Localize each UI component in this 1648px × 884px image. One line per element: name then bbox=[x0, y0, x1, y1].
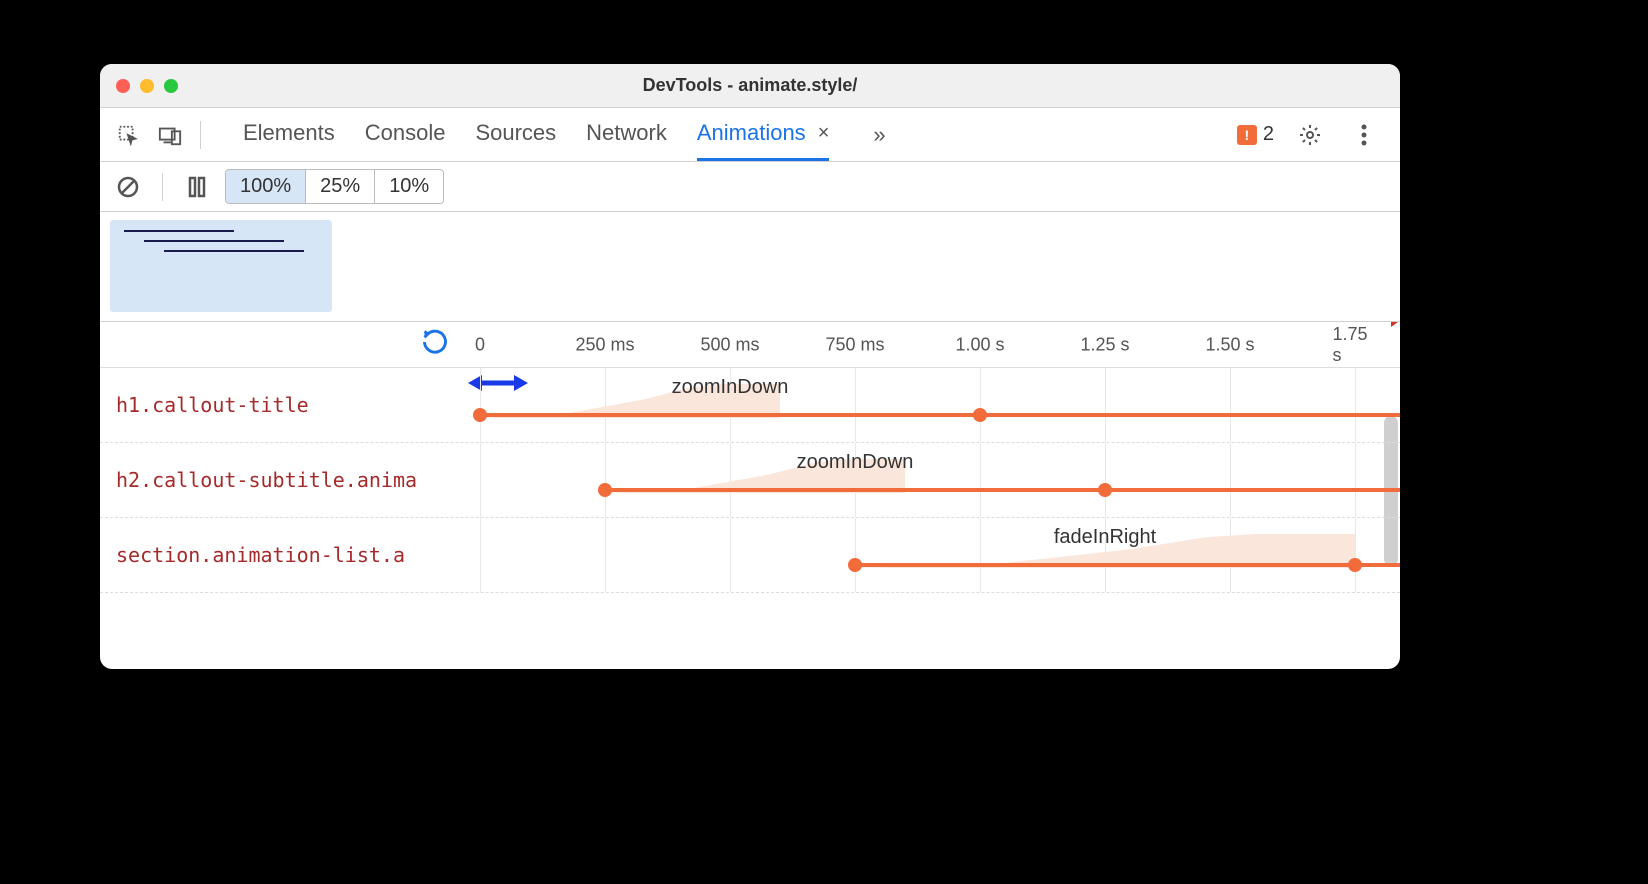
timeline-ruler[interactable]: 0 250 ms 500 ms 750 ms 1.00 s 1.25 s 1.50 s 1.7… bbox=[100, 322, 1400, 368]
replay-button[interactable] bbox=[421, 328, 449, 361]
animation-track[interactable]: fadeInRight bbox=[465, 518, 1400, 592]
tab-network[interactable]: Network bbox=[586, 108, 667, 161]
console-errors-button[interactable]: ! 2 bbox=[1237, 123, 1274, 146]
thumbnail-bar bbox=[164, 250, 304, 252]
gridline bbox=[605, 518, 606, 592]
animation-row[interactable]: section.animation-list.a fadeInRight bbox=[100, 518, 1400, 593]
panel-tabs: Elements Console Sources Network Animati… bbox=[243, 108, 1211, 161]
animation-bar[interactable] bbox=[605, 488, 1400, 492]
gridline bbox=[1355, 443, 1356, 517]
element-selector[interactable]: h2.callout-subtitle.anima bbox=[100, 443, 465, 517]
speed-10-button[interactable]: 10% bbox=[375, 170, 443, 203]
tab-console[interactable]: Console bbox=[365, 108, 446, 161]
gridline bbox=[480, 518, 481, 592]
gridline bbox=[980, 443, 981, 517]
timeline: 0 250 ms 500 ms 750 ms 1.00 s 1.25 s 1.50 s 1.7… bbox=[100, 322, 1400, 669]
ruler-tick: 1.75 s bbox=[1333, 324, 1378, 366]
ruler-controls bbox=[100, 322, 465, 367]
gridline bbox=[1355, 368, 1356, 442]
device-toolbar-button[interactable] bbox=[152, 117, 188, 153]
gridline bbox=[980, 518, 981, 592]
tab-sources[interactable]: Sources bbox=[475, 108, 556, 161]
end-marker-icon[interactable] bbox=[1391, 322, 1400, 327]
titlebar[interactable]: DevTools - animate.style/ bbox=[100, 64, 1400, 108]
subtoolbar-divider bbox=[162, 173, 163, 201]
animation-bar[interactable] bbox=[855, 563, 1400, 567]
clear-animations-button[interactable] bbox=[110, 169, 146, 205]
close-tab-button[interactable]: × bbox=[818, 122, 830, 145]
animation-group-thumbnail[interactable] bbox=[110, 220, 332, 312]
toolbar-right: ! 2 bbox=[1237, 117, 1382, 153]
animation-name: zoomInDown bbox=[797, 451, 914, 474]
gridline bbox=[1105, 443, 1106, 517]
gridline bbox=[855, 368, 856, 442]
keyframe-start[interactable] bbox=[473, 408, 487, 422]
close-window-button[interactable] bbox=[116, 79, 130, 93]
speed-100-button[interactable]: 100% bbox=[226, 170, 306, 203]
tab-animations[interactable]: Animations × bbox=[697, 108, 830, 161]
gridline bbox=[1230, 368, 1231, 442]
ruler-tick: 500 ms bbox=[700, 334, 759, 355]
keyframe-end[interactable] bbox=[973, 408, 987, 422]
animation-rows: h1.callout-titlezoomInDownh2.callout-sub… bbox=[100, 368, 1400, 669]
minimize-window-button[interactable] bbox=[140, 79, 154, 93]
animation-name: fadeInRight bbox=[1054, 526, 1156, 549]
gridline bbox=[1230, 443, 1231, 517]
animation-name: zoomInDown bbox=[672, 376, 789, 399]
maximize-window-button[interactable] bbox=[164, 79, 178, 93]
animation-row[interactable]: h2.callout-subtitle.anima zoomInDown bbox=[100, 443, 1400, 518]
devtools-window: DevTools - animate.style/ Elements Conso… bbox=[100, 64, 1400, 669]
tab-animations-label: Animations bbox=[697, 120, 806, 146]
ruler-tick: 250 ms bbox=[575, 334, 634, 355]
thumbnail-bar bbox=[124, 230, 234, 232]
window-title: DevTools - animate.style/ bbox=[100, 75, 1400, 96]
gridline bbox=[1105, 368, 1106, 442]
settings-button[interactable] bbox=[1292, 117, 1328, 153]
ruler-tick: 750 ms bbox=[825, 334, 884, 355]
inspect-element-button[interactable] bbox=[110, 117, 146, 153]
pause-button[interactable] bbox=[179, 169, 215, 205]
keyframe-start[interactable] bbox=[598, 483, 612, 497]
tab-elements[interactable]: Elements bbox=[243, 108, 335, 161]
gridline bbox=[605, 443, 606, 517]
gridline bbox=[605, 368, 606, 442]
gridline bbox=[855, 518, 856, 592]
animations-toolbar: 100% 25% 10% bbox=[100, 162, 1400, 212]
ruler-tick: 0 bbox=[475, 334, 485, 355]
gridline bbox=[730, 518, 731, 592]
ruler-ticks: 0 250 ms 500 ms 750 ms 1.00 s 1.25 s 1.50 s 1.7… bbox=[465, 322, 1400, 367]
gridline bbox=[980, 368, 981, 442]
animation-track[interactable]: zoomInDown bbox=[465, 443, 1400, 517]
toolbar-divider bbox=[200, 121, 201, 149]
gridline bbox=[1355, 518, 1356, 592]
animation-bar[interactable] bbox=[480, 413, 1400, 417]
gridline bbox=[730, 443, 731, 517]
keyframe-end[interactable] bbox=[1348, 558, 1362, 572]
playback-speed-group: 100% 25% 10% bbox=[225, 169, 444, 204]
more-tabs-button[interactable]: » bbox=[873, 122, 885, 148]
element-selector[interactable]: section.animation-list.a bbox=[100, 518, 465, 592]
keyframe-end[interactable] bbox=[1098, 483, 1112, 497]
traffic-lights bbox=[116, 79, 178, 93]
keyframe-start[interactable] bbox=[848, 558, 862, 572]
animation-groups-strip bbox=[100, 212, 1400, 322]
error-count: 2 bbox=[1263, 123, 1274, 146]
thumbnail-bar bbox=[144, 240, 284, 242]
ruler-tick: 1.50 s bbox=[1205, 334, 1254, 355]
animation-row[interactable]: h1.callout-title zoomInDown bbox=[100, 368, 1400, 443]
gridline bbox=[480, 443, 481, 517]
gridline bbox=[480, 368, 481, 442]
animation-track[interactable]: zoomInDown bbox=[465, 368, 1400, 442]
more-options-button[interactable] bbox=[1346, 117, 1382, 153]
error-icon: ! bbox=[1237, 125, 1257, 145]
ruler-tick: 1.00 s bbox=[955, 334, 1004, 355]
element-selector[interactable]: h1.callout-title bbox=[100, 368, 465, 442]
speed-25-button[interactable]: 25% bbox=[306, 170, 375, 203]
main-toolbar: Elements Console Sources Network Animati… bbox=[100, 108, 1400, 162]
ruler-tick: 1.25 s bbox=[1080, 334, 1129, 355]
